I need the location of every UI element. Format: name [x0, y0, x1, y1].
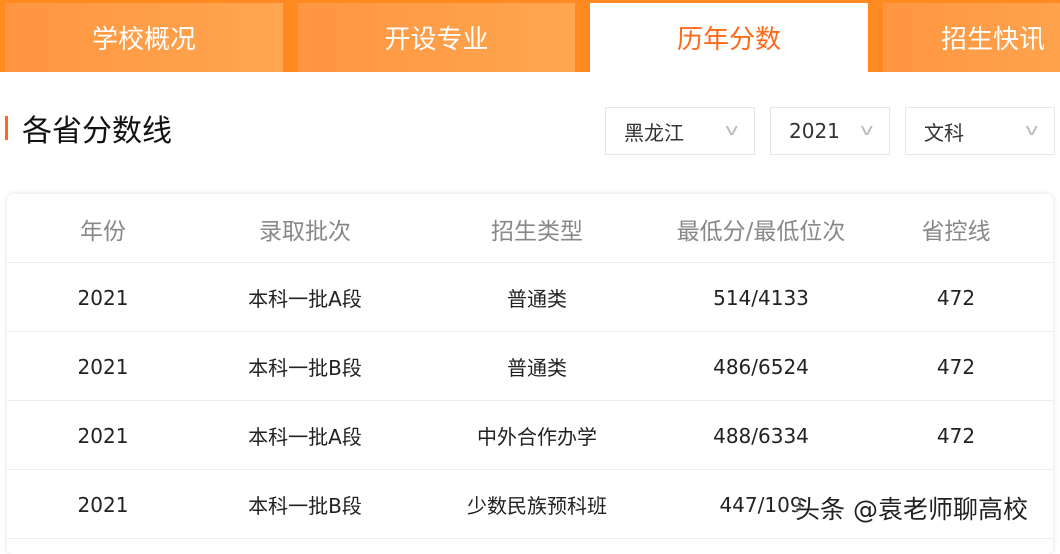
- subject-select[interactable]: 文科 v: [905, 107, 1055, 155]
- cell-min-score-rank: 447/109: [719, 492, 803, 517]
- subject-value: 文科: [924, 120, 964, 145]
- header-type: 招生类型: [491, 218, 583, 245]
- cell-type: 普通类: [507, 287, 567, 311]
- table-row: 2021 本科一批A段 普通类 514/4133 472: [7, 263, 1053, 332]
- cell-control-line: 472: [936, 354, 976, 379]
- cell-min-score-rank: 486/6524: [713, 354, 809, 379]
- year-value: 2021: [789, 119, 840, 143]
- province-value: 黑龙江: [624, 120, 684, 145]
- tab-majors[interactable]: 开设专业: [298, 3, 575, 72]
- province-select[interactable]: 黑龙江 v: [605, 107, 755, 155]
- cell-type: 少数民族预科班: [467, 494, 607, 518]
- tab-school-overview[interactable]: 学校概况: [5, 3, 283, 72]
- watermark: 头条 @袁老师聊高校: [795, 495, 1028, 524]
- cell-control-line: 472: [936, 285, 976, 310]
- cell-type: 中外合作办学: [477, 425, 597, 449]
- tab-admission-news[interactable]: 招生快讯: [883, 3, 1060, 72]
- header-control-line: 省控线: [921, 218, 991, 245]
- chevron-down-icon: v: [859, 120, 873, 139]
- cell-batch: 本科一批B段: [248, 356, 362, 380]
- cell-year: 2021: [77, 285, 129, 310]
- cell-min-score-rank: 488/6334: [713, 423, 809, 448]
- header-year: 年份: [80, 218, 126, 245]
- section-title-text: 各省分数线: [22, 114, 172, 149]
- cell-batch: 本科一批A段: [248, 425, 362, 449]
- table-header: 年份 录取批次 招生类型 最低分/最低位次 省控线: [7, 194, 1053, 263]
- cell-type: 普通类: [507, 356, 567, 380]
- cell-batch: 本科一批A段: [248, 287, 362, 311]
- year-select[interactable]: 2021 v: [770, 107, 890, 155]
- table-row: 2021 本科一批A段 中外合作办学 488/6334 472: [7, 401, 1053, 470]
- cell-control-line: 472: [936, 423, 976, 448]
- section-title: 各省分数线: [5, 111, 172, 149]
- table-row: 2021 本科一批B段 普通类 486/6524 472: [7, 332, 1053, 401]
- nav-tabs: 学校概况 开设专业 历年分数 招生快讯: [0, 0, 1060, 72]
- chevron-down-icon: v: [724, 120, 738, 139]
- title-accent-bar: [5, 116, 8, 140]
- tab-historical-scores[interactable]: 历年分数: [590, 3, 868, 72]
- cell-year: 2021: [77, 354, 129, 379]
- cell-batch: 本科一批B段: [248, 494, 362, 518]
- header-min-score-rank: 最低分/最低位次: [676, 218, 846, 245]
- cell-min-score-rank: 514/4133: [713, 285, 809, 310]
- cell-year: 2021: [77, 423, 129, 448]
- chevron-down-icon: v: [1024, 120, 1038, 139]
- header-batch: 录取批次: [259, 218, 351, 245]
- cell-year: 2021: [77, 492, 129, 517]
